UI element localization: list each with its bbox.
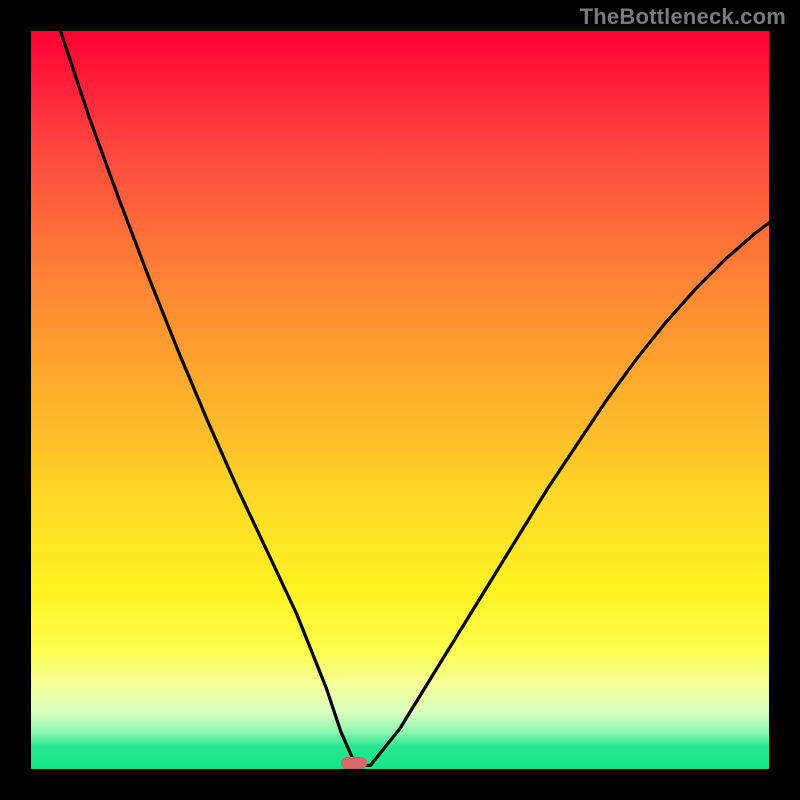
plot-area — [31, 31, 769, 769]
chart-frame: TheBottleneck.com — [0, 0, 800, 800]
minimum-marker — [341, 757, 367, 769]
bottleneck-curve — [31, 31, 769, 769]
watermark-text: TheBottleneck.com — [580, 4, 786, 30]
